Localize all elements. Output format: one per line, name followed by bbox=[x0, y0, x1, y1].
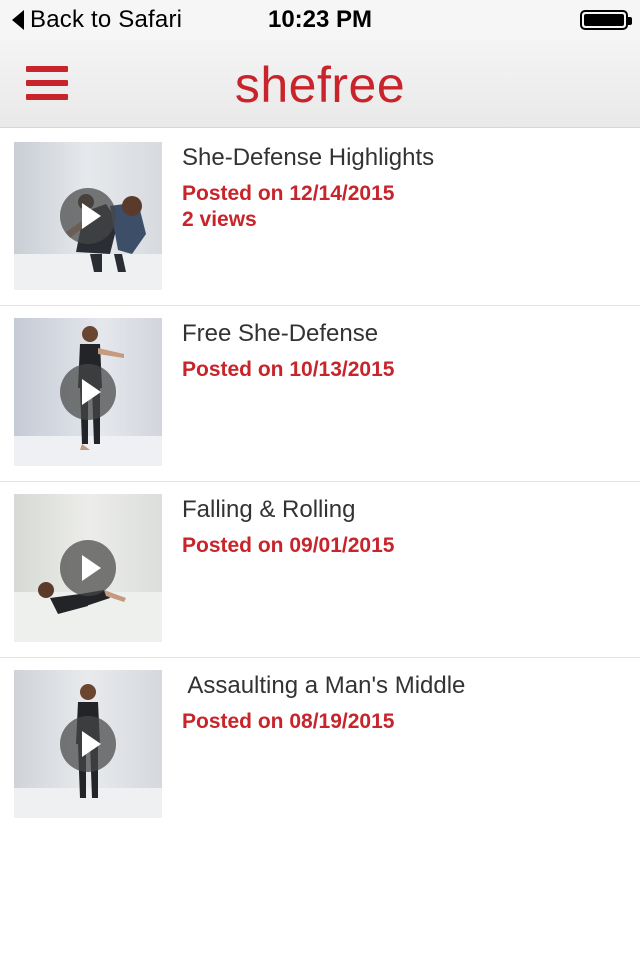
battery-icon bbox=[580, 10, 632, 30]
video-thumbnail[interactable] bbox=[14, 494, 162, 642]
video-posted-date: Posted on 10/13/2015 bbox=[182, 358, 395, 381]
video-list: She-Defense Highlights Posted on 12/14/2… bbox=[0, 130, 640, 834]
battery-nub bbox=[628, 17, 632, 25]
video-view-count: 2 views bbox=[182, 208, 257, 231]
video-title[interactable]: She-Defense Highlights bbox=[182, 144, 434, 172]
status-bar: Back to Safari 10:23 PM bbox=[0, 0, 640, 40]
video-posted-date: Posted on 08/19/2015 bbox=[182, 710, 395, 733]
brand-logo: shefree bbox=[234, 57, 406, 113]
play-icon[interactable] bbox=[60, 364, 116, 420]
video-thumbnail[interactable] bbox=[14, 318, 162, 466]
video-thumbnail[interactable] bbox=[14, 670, 162, 818]
video-title[interactable]: Falling & Rolling bbox=[182, 496, 355, 524]
battery-fill bbox=[584, 14, 624, 26]
video-title[interactable]: Assaulting a Man's Middle bbox=[182, 672, 465, 700]
video-title[interactable]: Free She-Defense bbox=[182, 320, 378, 348]
video-thumbnail[interactable] bbox=[14, 142, 162, 290]
video-posted-date: Posted on 09/01/2015 bbox=[182, 534, 395, 557]
video-list-item[interactable]: Free She-Defense Posted on 10/13/2015 bbox=[0, 306, 640, 482]
play-icon[interactable] bbox=[60, 716, 116, 772]
play-icon[interactable] bbox=[60, 540, 116, 596]
video-list-item[interactable]: Falling & Rolling Posted on 09/01/2015 bbox=[0, 482, 640, 658]
status-time: 10:23 PM bbox=[267, 6, 373, 33]
app-header: shefree bbox=[0, 40, 640, 128]
video-posted-date: Posted on 12/14/2015 bbox=[182, 182, 395, 205]
video-list-item[interactable]: She-Defense Highlights Posted on 12/14/2… bbox=[0, 130, 640, 306]
video-list-item[interactable]: Assaulting a Man's Middle Posted on 08/1… bbox=[0, 658, 640, 834]
play-icon[interactable] bbox=[60, 188, 116, 244]
